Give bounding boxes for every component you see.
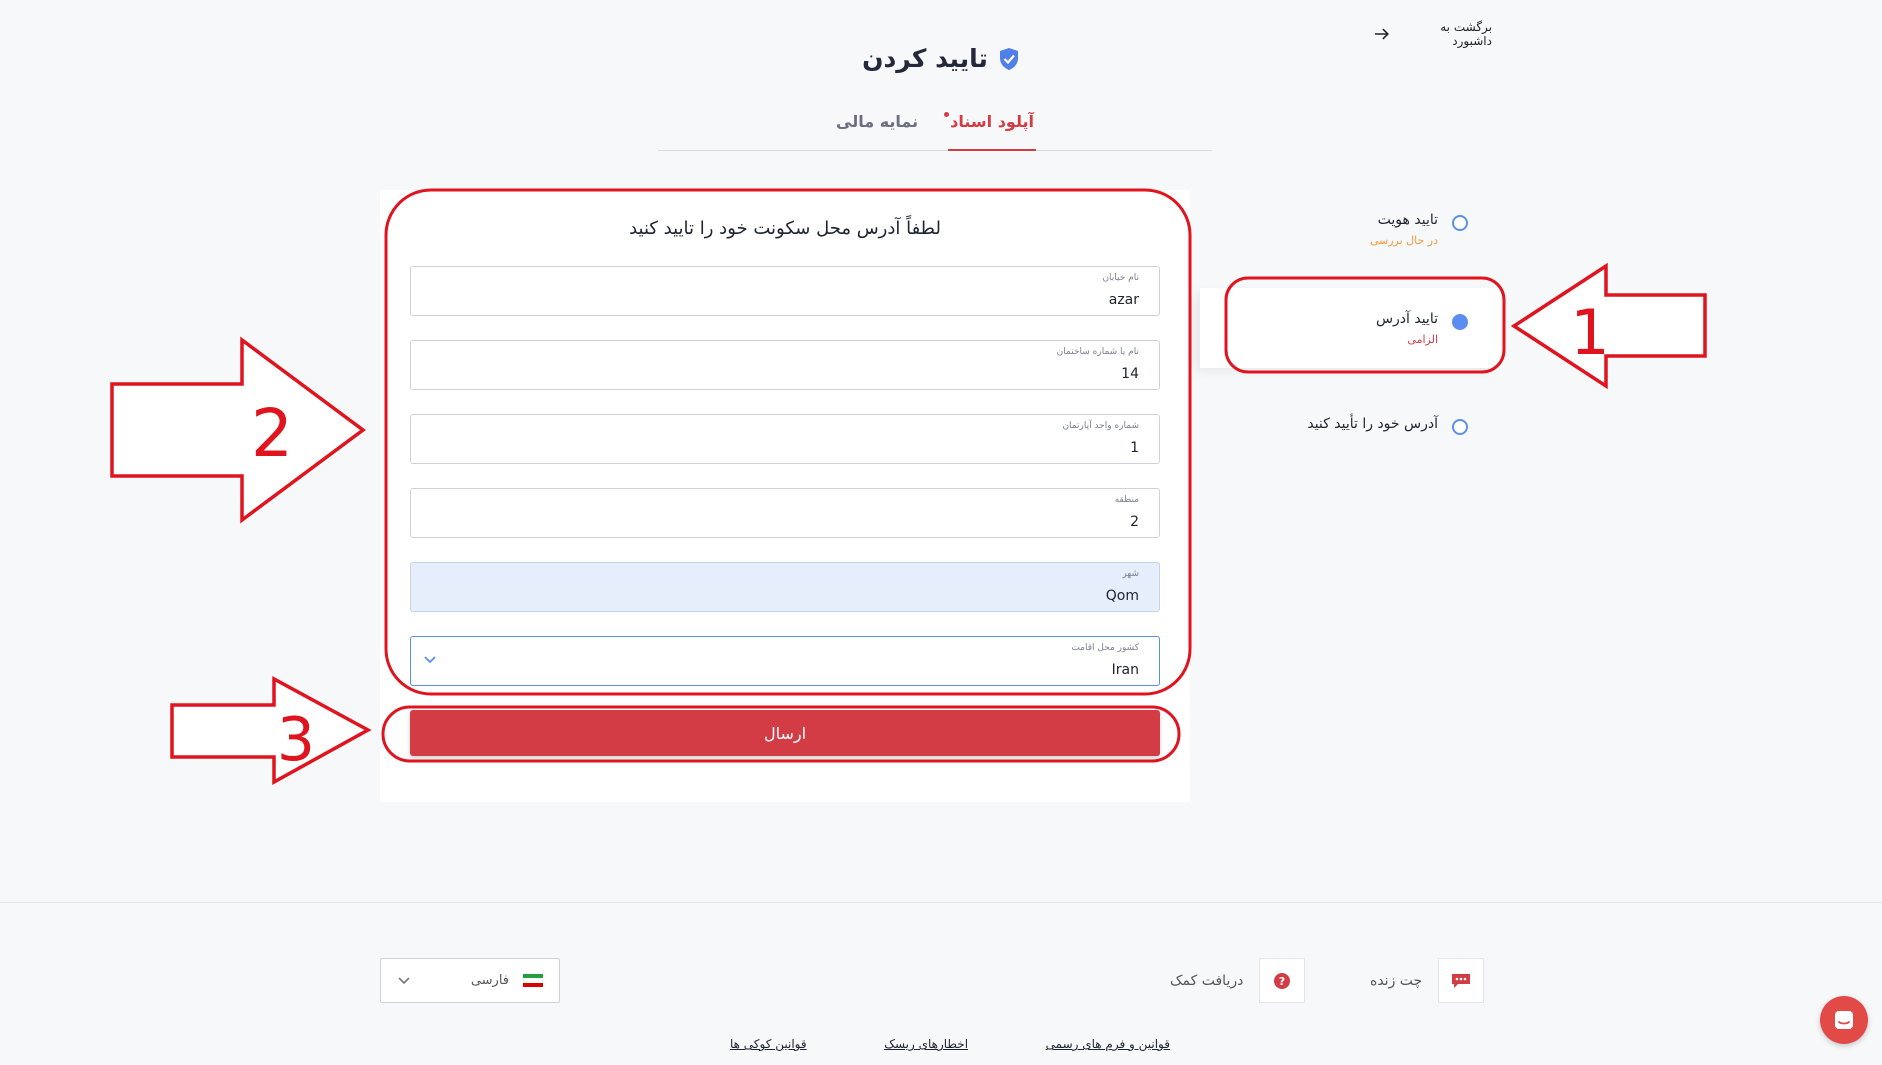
- submit-button[interactable]: ارسال: [410, 710, 1160, 756]
- field-value: azar: [1108, 292, 1139, 308]
- field-label: منطقه: [1114, 495, 1139, 505]
- street-name-field[interactable]: نام خیابان azar: [410, 266, 1160, 316]
- annotation-arrow-1: [1510, 262, 1707, 390]
- step-label: تایید آدرس: [1375, 311, 1438, 327]
- chevron-down-icon: [398, 976, 410, 984]
- chevron-down-icon: [424, 656, 436, 664]
- footer-divider: [0, 902, 1882, 903]
- annotation-number-3: 3: [277, 705, 315, 775]
- field-label: شماره واحد آپارتمان: [1062, 421, 1139, 431]
- field-value: 2: [1130, 514, 1139, 530]
- chat-widget-button[interactable]: [1820, 996, 1868, 1044]
- tab-upload-documents[interactable]: آپلود اسناد: [944, 108, 1036, 151]
- building-number-field[interactable]: نام یا شماره ساختمان 14: [410, 340, 1160, 390]
- shield-check-icon: [999, 47, 1018, 70]
- field-value: 14: [1121, 366, 1139, 382]
- tab-financial-profile[interactable]: نمایه مالی: [834, 108, 920, 151]
- page-title: تایید کردن: [862, 44, 988, 73]
- chat-icon-box: [1438, 958, 1485, 1003]
- annotation-arrow-3: [170, 676, 372, 785]
- step-label: آدرس خود را تأیید کنید: [1307, 416, 1438, 432]
- tabs-bar: آپلود اسناد نمایه مالی: [658, 108, 1212, 151]
- country-select[interactable]: کشور محل اقامت Iran: [410, 636, 1160, 686]
- notification-dot: [944, 112, 950, 117]
- chat-bubble-icon: [1452, 973, 1471, 988]
- apartment-unit-field[interactable]: شماره واحد آپارتمان 1: [410, 414, 1160, 464]
- field-value: 1: [1130, 440, 1139, 456]
- live-chat-button[interactable]: چت زنده: [1370, 958, 1485, 1003]
- field-label: کشور محل اقامت: [1071, 643, 1139, 653]
- field-label: شهر: [1122, 569, 1139, 579]
- chat-widget-icon: [1835, 1011, 1853, 1029]
- arrow-right-icon: [1374, 28, 1389, 40]
- field-label: نام خیابان: [1102, 273, 1139, 283]
- radio-empty-icon: [1452, 215, 1468, 231]
- get-help-label: دریافت کمک: [1170, 972, 1244, 989]
- form-title: لطفاً آدرس محل سکونت خود را تایید کنید: [629, 218, 941, 239]
- field-value: Qom: [1105, 588, 1139, 604]
- step-status: الزامی: [1407, 333, 1438, 346]
- radio-empty-icon: [1452, 419, 1468, 435]
- iran-flag-icon: [523, 974, 543, 987]
- tab-upload-documents-label: آپلود اسناد: [950, 112, 1034, 131]
- svg-text:?: ?: [1279, 975, 1285, 988]
- page-title-row: تایید کردن: [0, 44, 1882, 73]
- language-current: فارسی: [471, 973, 543, 988]
- annotation-number-2: 2: [251, 395, 293, 472]
- annotation-arrow-2: [110, 336, 366, 524]
- footer-link-legal[interactable]: قوانین و فرم های رسمی: [1046, 1037, 1170, 1051]
- footer-link-cookies[interactable]: قوانین کوکی ها: [730, 1037, 807, 1051]
- district-field[interactable]: منطقه 2: [410, 488, 1160, 538]
- footer-links: قوانین و فرم های رسمی اخطارهای ریسک قوان…: [730, 1037, 1170, 1051]
- step-identity-verification[interactable]: تایید هویت در حال بررسی: [1370, 212, 1500, 247]
- address-form-card: لطفاً آدرس محل سکونت خود را تایید کنید ن…: [380, 190, 1190, 802]
- city-field[interactable]: شهر Qom: [410, 562, 1160, 612]
- annotation-number-1: 1: [1570, 296, 1609, 369]
- get-help-button[interactable]: ? دریافت کمک: [1170, 958, 1306, 1003]
- field-value: Iran: [1111, 662, 1139, 678]
- language-select[interactable]: فارسی: [380, 958, 560, 1003]
- question-circle-icon: ?: [1274, 972, 1291, 989]
- step-confirm-address[interactable]: آدرس خود را تأیید کنید: [1307, 416, 1500, 435]
- tab-financial-profile-label: نمایه مالی: [836, 112, 919, 131]
- field-label: نام یا شماره ساختمان: [1056, 347, 1139, 357]
- language-label: فارسی: [470, 973, 509, 988]
- step-label: تایید هویت: [1377, 212, 1438, 228]
- radio-filled-icon: [1452, 314, 1468, 330]
- step-status: در حال بررسی: [1369, 234, 1438, 247]
- step-address-verification[interactable]: تایید آدرس الزامی: [1200, 288, 1500, 368]
- live-chat-label: چت زنده: [1370, 972, 1423, 989]
- footer-link-risk[interactable]: اخطارهای ریسک: [884, 1037, 968, 1051]
- help-icon-box: ?: [1259, 958, 1306, 1003]
